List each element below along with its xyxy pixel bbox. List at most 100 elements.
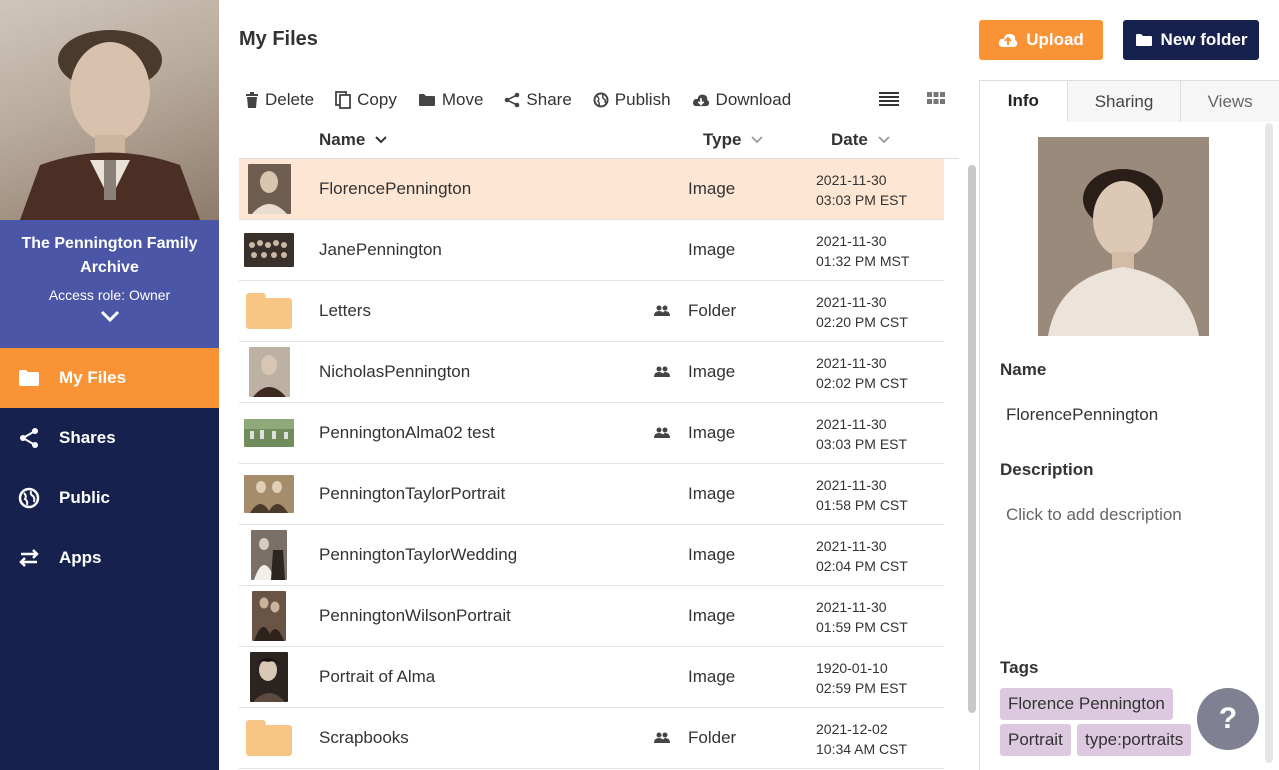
sidebar-item-apps[interactable]: Apps — [0, 528, 219, 588]
file-date: 2021-11-30 02:02 PM CST — [816, 355, 908, 391]
tag-chip[interactable]: Florence Pennington — [1000, 688, 1173, 720]
file-type: Folder — [688, 728, 737, 747]
table-row[interactable]: JanePennington Image 2021-11-30 01:32 PM … — [239, 220, 944, 281]
sidebar-item-label: Shares — [59, 428, 116, 447]
file-name: FlorencePennington — [319, 179, 472, 198]
column-header-date[interactable]: Date — [831, 128, 890, 152]
table-row[interactable]: PenningtonTaylorPortrait Image 2021-11-3… — [239, 464, 944, 525]
chevron-down-icon — [375, 136, 388, 144]
sidebar-item-shares[interactable]: Shares — [0, 408, 219, 468]
file-name: PenningtonWilsonPortrait — [319, 606, 511, 625]
swap-arrows-icon — [18, 547, 40, 569]
page-title: My Files — [239, 28, 318, 50]
file-date: 2021-12-02 10:34 AM CST — [816, 721, 908, 757]
name-value[interactable]: FlorencePennington — [1006, 405, 1158, 425]
preview-image — [1038, 137, 1209, 336]
file-name: PenningtonTaylorPortrait — [319, 484, 506, 503]
folder-move-icon — [418, 94, 435, 106]
file-name: NicholasPennington — [319, 362, 471, 381]
file-thumbnail — [244, 469, 294, 519]
move-button[interactable]: Move — [418, 90, 483, 110]
chevron-down-icon — [751, 136, 764, 144]
file-name: JanePennington — [319, 240, 442, 259]
file-type: Image — [688, 545, 736, 564]
file-date: 2021-11-30 01:59 PM CST — [816, 599, 908, 635]
upload-button[interactable]: Upload — [979, 20, 1103, 60]
sidebar-item-label: My Files — [59, 368, 127, 387]
table-row[interactable]: Portrait of Alma Image 1920-01-10 02:59 P… — [239, 647, 944, 708]
help-button[interactable]: ? — [1197, 688, 1259, 750]
sidebar-item-my-files[interactable]: My Files — [0, 348, 219, 408]
name-label: Name — [1000, 360, 1047, 379]
file-date: 2021-11-30 03:03 PM EST — [816, 416, 908, 452]
chevron-down-icon[interactable] — [0, 309, 219, 328]
details-tabs: Info Sharing Views — [980, 81, 1279, 122]
new-folder-button[interactable]: New folder — [1123, 20, 1259, 60]
file-thumbnail — [244, 652, 294, 702]
file-date: 2021-11-30 01:58 PM CST — [816, 477, 908, 513]
sidebar-item-public[interactable]: Public — [0, 468, 219, 528]
copy-label: Copy — [357, 90, 397, 109]
file-name: Portrait of Alma — [319, 667, 436, 686]
file-thumbnail — [244, 408, 294, 458]
globe-icon — [593, 92, 609, 108]
file-type: Image — [688, 423, 736, 442]
download-button[interactable]: Download — [692, 90, 792, 110]
cloud-upload-icon — [999, 33, 1018, 47]
upload-label: Upload — [1026, 30, 1084, 49]
file-date: 2021-11-30 03:03 PM EST — [816, 172, 908, 208]
shared-people-icon — [654, 303, 670, 321]
delete-button[interactable]: Delete — [245, 90, 314, 110]
delete-label: Delete — [265, 90, 315, 109]
share-icon — [18, 427, 40, 449]
file-name: Scrapbooks — [319, 728, 409, 747]
file-name: PenningtonAlma02 test — [319, 423, 495, 442]
grid-view-icon[interactable] — [926, 90, 946, 113]
archive-avatar[interactable] — [0, 0, 219, 220]
file-list-scrollbar[interactable] — [968, 165, 976, 713]
table-row[interactable]: PenningtonAlma02 test Image 2021-11-30 03… — [239, 403, 944, 464]
publish-button[interactable]: Publish — [593, 90, 671, 110]
file-name: PenningtonTaylorWedding — [319, 545, 518, 564]
file-type: Image — [688, 240, 736, 259]
table-row[interactable]: Scrapbooks Folder 2021-12-02 10:34 AM CST — [239, 708, 944, 769]
table-row[interactable]: PenningtonTaylorWedding Image 2021-11-30… — [239, 525, 944, 586]
archive-title: The Pennington Family Archive — [21, 235, 198, 276]
file-date: 2021-11-30 02:20 PM CST — [816, 294, 908, 330]
list-view-icon[interactable] — [879, 90, 899, 113]
table-row[interactable]: Letters Folder 2021-11-30 02:20 PM CST — [239, 281, 944, 342]
share-icon — [505, 92, 520, 108]
publish-label: Publish — [614, 90, 671, 109]
table-row[interactable]: NicholasPennington Image 2021-11-30 02:02… — [239, 342, 944, 403]
tag-chip[interactable]: type:portraits — [1077, 724, 1192, 756]
description-field[interactable]: Click to add description — [1006, 505, 1182, 525]
tab-info[interactable]: Info — [980, 81, 1068, 122]
download-label: Download — [715, 90, 792, 109]
file-type: Image — [688, 362, 736, 381]
file-list: FlorencePennington Image 2021-11-30 03:03… — [239, 159, 944, 769]
archive-switcher[interactable]: The Pennington Family Archive Access rol… — [0, 220, 219, 348]
tab-views[interactable]: Views — [1181, 81, 1279, 122]
table-row[interactable]: PenningtonWilsonPortrait Image 2021-11-3… — [239, 586, 944, 647]
folder-icon — [18, 367, 40, 389]
file-type: Image — [688, 667, 736, 686]
tag-chip[interactable]: Portrait — [1000, 724, 1071, 756]
panel-scrollbar[interactable] — [1265, 123, 1273, 763]
sidebar-item-label: Public — [59, 488, 111, 507]
copy-button[interactable]: Copy — [335, 90, 397, 110]
shared-people-icon — [654, 364, 670, 382]
file-type: Image — [688, 179, 736, 198]
column-type-label: Type — [703, 130, 742, 149]
globe-icon — [18, 487, 40, 509]
tab-sharing[interactable]: Sharing — [1067, 81, 1182, 122]
share-button[interactable]: Share — [504, 90, 572, 110]
folder-icon — [244, 713, 294, 763]
file-date: 2021-11-30 02:04 PM CST — [816, 538, 908, 574]
details-panel: Info Sharing Views Name FlorencePenningt… — [979, 80, 1279, 770]
column-header-type[interactable]: Type — [703, 128, 764, 152]
file-type: Folder — [688, 301, 737, 320]
file-date: 2021-11-30 01:32 PM MST — [816, 233, 910, 269]
column-header-name[interactable]: Name — [319, 128, 388, 152]
table-row[interactable]: FlorencePennington Image 2021-11-30 03:03… — [239, 159, 944, 220]
file-thumbnail — [244, 591, 294, 641]
